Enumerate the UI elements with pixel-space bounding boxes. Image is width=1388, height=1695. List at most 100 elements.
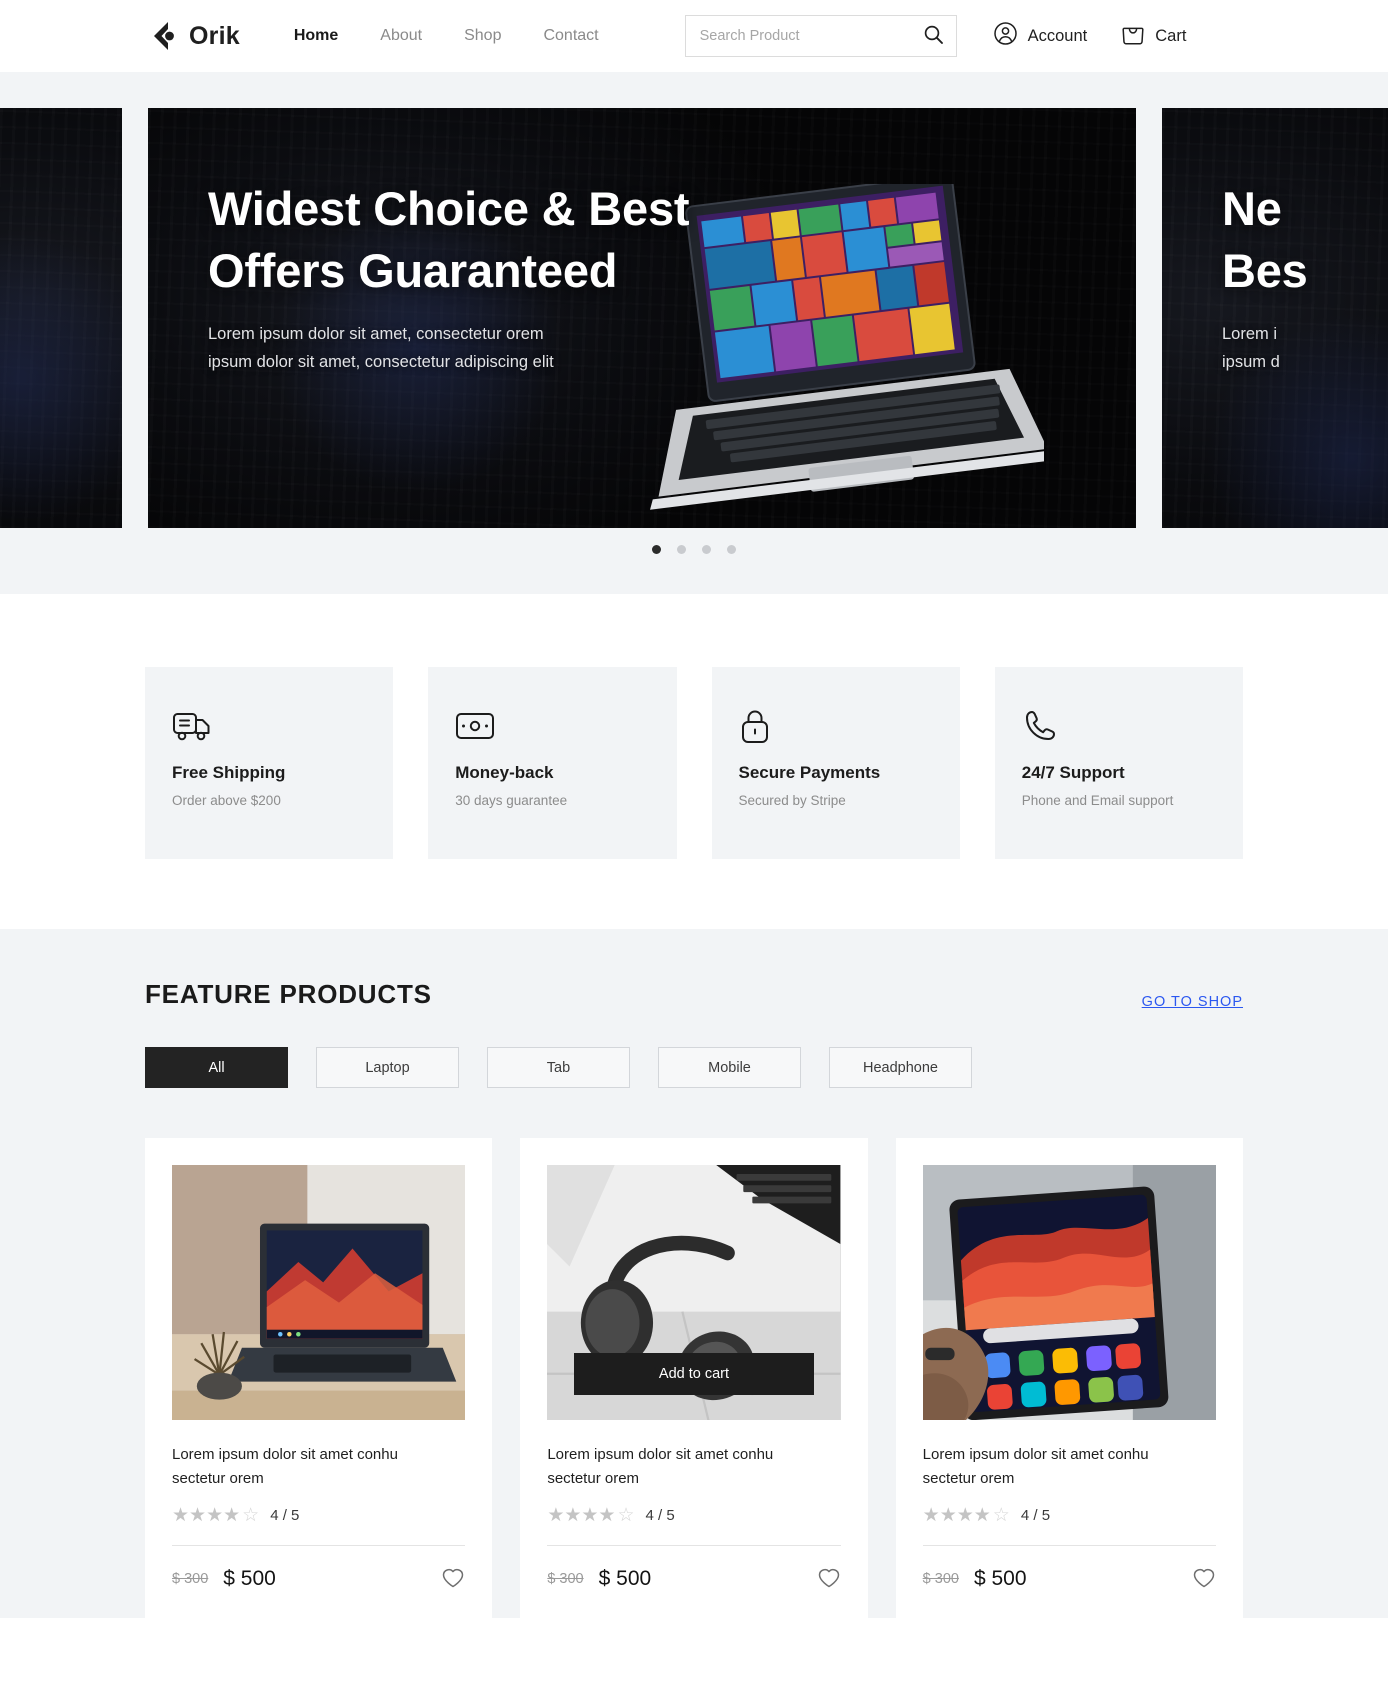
- hero-slide-previous[interactable]: [0, 108, 122, 528]
- wishlist-button[interactable]: [817, 1567, 841, 1592]
- product-price-row: $ 300 $ 500: [923, 1567, 1216, 1592]
- heart-icon: [441, 1567, 465, 1592]
- feature-products-section: FEATURE PRODUCTS GO TO SHOP All Laptop T…: [0, 929, 1388, 1618]
- search-input[interactable]: [699, 28, 923, 44]
- filter-tab-all[interactable]: All: [145, 1047, 288, 1088]
- carousel-dots: [0, 545, 1388, 554]
- page-title: FEATURE PRODUCTS: [145, 979, 432, 1009]
- phone-icon: [1022, 705, 1243, 747]
- feature-subtitle: 30 days guarantee: [455, 793, 568, 808]
- search-button[interactable]: [923, 24, 944, 48]
- heart-icon: [1192, 1567, 1216, 1592]
- heart-icon: [817, 1567, 841, 1592]
- hero-slide-content: Ne Bes Lorem i ipsum d: [1162, 108, 1388, 377]
- hero-title: Ne Bes: [1222, 182, 1308, 298]
- product-price-row: $ 300 $ 500: [547, 1567, 840, 1592]
- nav-item-contact[interactable]: Contact: [543, 27, 598, 45]
- divider: [172, 1544, 466, 1546]
- add-to-cart-button[interactable]: Add to cart: [574, 1353, 814, 1395]
- delivery-truck-icon: [172, 705, 393, 747]
- price-old: $ 300: [922, 1571, 959, 1588]
- price-old: $ 300: [547, 1571, 584, 1588]
- star-rating-icon: ★★★★ ☆: [922, 1504, 1010, 1526]
- product-image[interactable]: [922, 1165, 1216, 1420]
- feature-title: Money-back: [455, 763, 554, 782]
- carousel-dot-1[interactable]: [652, 545, 661, 554]
- cart-label: Cart: [1155, 26, 1187, 45]
- product-card[interactable]: Lorem ipsum dolor sit amet conhu sectetu…: [145, 1138, 493, 1618]
- hero-slide-content: Widest Choice & Best Offers Guaranteed L…: [148, 108, 1136, 377]
- brand-logo-link[interactable]: Orik: [145, 19, 240, 53]
- feature-card-secure-payments: Secure Payments Secured by Stripe: [711, 667, 960, 859]
- star-rating-icon: ★★★★ ☆: [172, 1504, 260, 1526]
- go-to-shop-link[interactable]: GO TO SHOP: [1142, 994, 1243, 1010]
- product-image[interactable]: Add to cart: [547, 1165, 841, 1420]
- rating-value: 4 / 5: [1020, 1506, 1051, 1524]
- filter-tab-mobile[interactable]: Mobile: [658, 1047, 801, 1088]
- hero-description: Lorem i ipsum d: [1222, 325, 1280, 372]
- wishlist-button[interactable]: [1192, 1567, 1216, 1592]
- feature-title: Secure Payments: [738, 763, 881, 782]
- product-image[interactable]: [172, 1165, 466, 1420]
- cart-button[interactable]: Cart: [1121, 21, 1186, 51]
- feature-card-money-back: Money-back 30 days guarantee: [428, 667, 677, 859]
- user-circle-icon: [993, 21, 1018, 51]
- feature-subtitle: Phone and Email support: [1021, 793, 1174, 808]
- carousel-dot-4[interactable]: [727, 545, 736, 554]
- hero-slide-next[interactable]: Ne Bes Lorem i ipsum d: [1162, 108, 1388, 528]
- hero-description: Lorem ipsum dolor sit amet, consectetur …: [208, 325, 554, 372]
- product-name: Lorem ipsum dolor sit amet conhu sectetu…: [547, 1446, 774, 1488]
- feature-title: Free Shipping: [172, 763, 286, 782]
- search-bar[interactable]: [684, 15, 957, 57]
- price-current: $ 500: [973, 1567, 1027, 1591]
- product-rating: ★★★★ ☆ 4 / 5: [547, 1506, 840, 1525]
- carousel-dot-2[interactable]: [677, 545, 686, 554]
- feature-card-support: 24/7 Support Phone and Email support: [994, 667, 1243, 859]
- search-icon: [923, 24, 944, 48]
- filter-tab-tab[interactable]: Tab: [487, 1047, 630, 1088]
- divider: [547, 1544, 841, 1546]
- feature-title: 24/7 Support: [1021, 763, 1125, 782]
- filter-tab-headphone[interactable]: Headphone: [829, 1047, 972, 1088]
- rating-value: 4 / 5: [270, 1506, 300, 1524]
- star-rating-icon: ★★★★ ☆: [547, 1504, 635, 1526]
- hero-title: Widest Choice & Best Offers Guaranteed: [208, 182, 690, 298]
- carousel-dot-3[interactable]: [702, 545, 711, 554]
- account-button[interactable]: Account: [993, 21, 1088, 51]
- price-current: $ 500: [223, 1567, 276, 1591]
- product-card[interactable]: Add to cart Lorem ipsum dolor sit amet c…: [520, 1138, 868, 1618]
- hero-slide-track: Widest Choice & Best Offers Guaranteed L…: [0, 108, 1388, 528]
- filter-tab-laptop[interactable]: Laptop: [316, 1047, 459, 1088]
- product-filter-tabs: All Laptop Tab Mobile Headphone: [145, 1047, 1243, 1088]
- hero-glow: [0, 228, 122, 528]
- shopping-bag-icon: [1121, 21, 1145, 51]
- feature-card-free-shipping: Free Shipping Order above $200: [145, 667, 394, 859]
- nav-item-home[interactable]: Home: [294, 27, 338, 45]
- lock-icon: [739, 705, 960, 747]
- features-section: Free Shipping Order above $200 Money-bac…: [0, 594, 1388, 929]
- product-grid: Lorem ipsum dolor sit amet conhu sectetu…: [145, 1138, 1243, 1618]
- feature-subtitle: Secured by Stripe: [738, 793, 846, 808]
- hero-slide-active[interactable]: Widest Choice & Best Offers Guaranteed L…: [148, 108, 1136, 528]
- product-price-row: $ 300 $ 500: [172, 1567, 465, 1592]
- divider: [922, 1544, 1216, 1546]
- header-actions: Account Cart: [993, 21, 1186, 51]
- site-header: Orik Home About Shop Contact Search Prod…: [0, 0, 1388, 72]
- products-header: FEATURE PRODUCTS GO TO SHOP: [145, 979, 1243, 1010]
- main-nav: Home About Shop Contact: [294, 27, 599, 45]
- product-name: Lorem ipsum dolor sit amet conhu sectetu…: [922, 1446, 1149, 1488]
- product-name: Lorem ipsum dolor sit amet conhu sectetu…: [172, 1446, 398, 1488]
- orik-crescent-logo-icon: [145, 19, 179, 53]
- features-row: Free Shipping Order above $200 Money-bac…: [0, 667, 1388, 859]
- product-card[interactable]: Lorem ipsum dolor sit amet conhu sectetu…: [895, 1138, 1243, 1618]
- feature-subtitle: Order above $200: [172, 793, 281, 808]
- nav-item-shop[interactable]: Shop: [464, 27, 501, 45]
- account-label: Account: [1027, 26, 1088, 45]
- wishlist-button[interactable]: [441, 1567, 465, 1592]
- nav-item-about[interactable]: About: [380, 27, 422, 45]
- product-rating: ★★★★ ☆ 4 / 5: [923, 1506, 1216, 1525]
- hero-carousel: Widest Choice & Best Offers Guaranteed L…: [0, 72, 1388, 594]
- banknote-icon: [455, 705, 676, 747]
- tablet-in-hand-image: [922, 1165, 1216, 1420]
- price-current: $ 500: [598, 1567, 652, 1591]
